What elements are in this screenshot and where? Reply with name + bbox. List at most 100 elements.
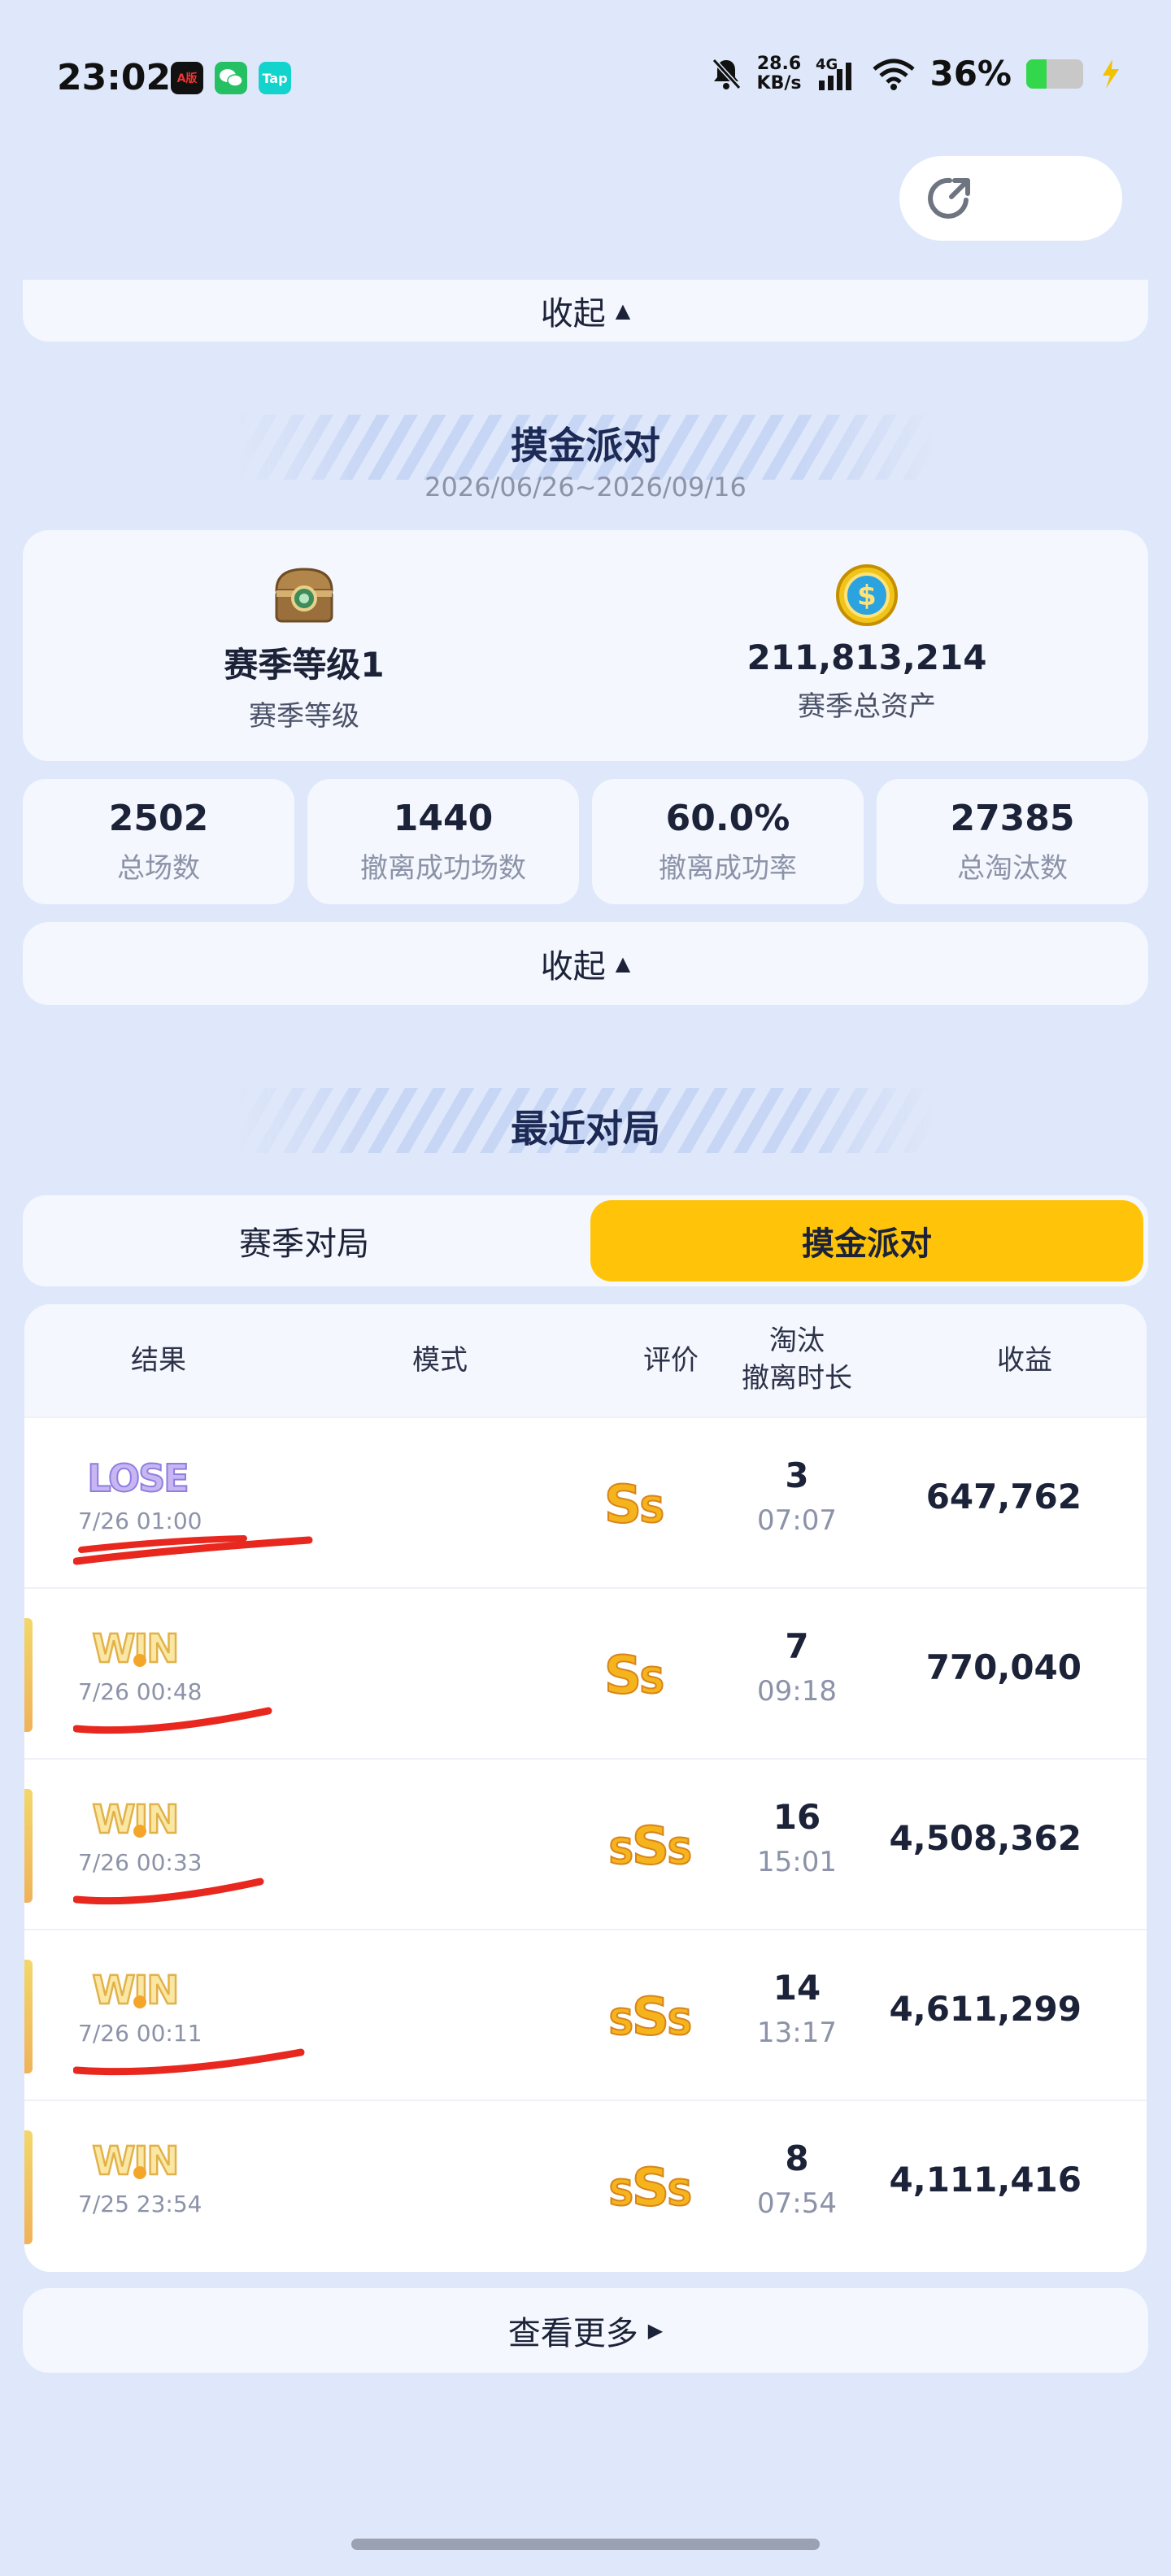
share-button[interactable]	[899, 156, 1122, 241]
chest-icon	[275, 568, 333, 623]
win-indicator-bar	[24, 1789, 33, 1903]
ai-app-icon: A版	[171, 62, 203, 94]
triangle-right-icon: ▶	[647, 2319, 664, 2342]
win-badge-icon: WIN	[76, 1795, 198, 1844]
svg-text:WIN: WIN	[93, 1626, 178, 1672]
win-badge-icon: WIN	[76, 1625, 198, 1673]
wifi-icon	[873, 59, 916, 90]
red-scribble-redaction	[73, 1707, 272, 1734]
triangle-up-icon: ▲	[615, 952, 631, 975]
match-income: 4,111,416	[889, 2160, 1082, 2200]
rating-grade-icon: SSS	[603, 2156, 698, 2219]
season-level-label: 赛季等级	[249, 700, 359, 733]
extract-duration: 09:18	[757, 1675, 837, 1708]
table-row[interactable]: LOSE 7/26 01:00 S S 3 07:07 647,762	[24, 1416, 1147, 1589]
rating-grade-icon: SS	[603, 1473, 677, 1536]
col-income: 收益	[997, 1344, 1052, 1377]
season-summary-card: 赛季等级1 赛季等级 $ 211,813,214 赛季总资产	[23, 530, 1148, 761]
svg-text:WIN: WIN	[93, 1797, 178, 1843]
stat-value: 27385	[950, 798, 1075, 839]
red-scribble-redaction	[73, 2048, 305, 2076]
svg-text:S: S	[639, 1660, 665, 1701]
match-income: 4,611,299	[889, 1989, 1082, 2029]
svg-text:S: S	[667, 2173, 693, 2213]
kills-count: 14	[773, 1968, 821, 2008]
stat-total-kills: 27385 总淘汰数	[877, 779, 1148, 904]
tab-season-matches[interactable]: 赛季对局	[28, 1200, 581, 1281]
svg-text:$: $	[857, 580, 877, 612]
extract-duration: 15:01	[757, 1846, 837, 1878]
coin-icon: $	[836, 564, 898, 626]
extract-duration: 07:07	[757, 1504, 837, 1537]
view-more-label: 查看更多	[507, 2315, 638, 2352]
season-assets-label: 赛季总资产	[798, 690, 936, 723]
table-row[interactable]: WIN 7/26 00:48 S S 7 09:18 770,040	[24, 1587, 1147, 1760]
collapse-label: 收起	[540, 948, 606, 986]
mute-bell-icon	[712, 58, 741, 89]
table-row[interactable]: WIN 7/26 00:11 S S S 14 13:17 4,611,299	[24, 1929, 1147, 2101]
svg-text:S: S	[604, 1646, 642, 1701]
red-scribble-redaction	[73, 1535, 313, 1565]
stat-label: 撤离成功率	[659, 852, 797, 885]
svg-text:LOSE: LOSE	[87, 1456, 187, 1500]
top-collapse-button[interactable]: 收起 ▲	[23, 280, 1148, 342]
match-income: 4,508,362	[889, 1818, 1082, 1858]
status-time: 23:02	[57, 57, 172, 98]
match-tabs: 赛季对局 摸金派对	[23, 1195, 1148, 1286]
svg-text:S: S	[632, 1987, 669, 2043]
win-badge-icon: WIN	[76, 2137, 198, 2186]
col-rating: 评价	[643, 1344, 699, 1377]
svg-text:S: S	[632, 1817, 669, 1872]
recent-header: 最近对局	[236, 1085, 935, 1153]
rating-grade-icon: SSS	[603, 1815, 698, 1878]
match-time: 7/25 23:54	[78, 2191, 202, 2217]
share-icon	[928, 177, 970, 219]
svg-text:S: S	[667, 1831, 693, 1872]
triangle-up-icon: ▲	[615, 299, 631, 322]
stat-extract-rate: 60.0% 撤离成功率	[592, 779, 864, 904]
win-indicator-bar	[24, 1618, 33, 1732]
stat-label: 总场数	[117, 852, 200, 885]
stat-value: 2502	[108, 798, 209, 839]
season-assets: $ 211,813,214 赛季总资产	[586, 563, 1148, 724]
stat-value: 60.0%	[665, 798, 790, 839]
col-kills: 淘汰 撤离时长	[716, 1322, 878, 1397]
stat-total-matches: 2502 总场数	[23, 779, 294, 904]
net-speed: 28.6 KB/s	[756, 53, 802, 94]
stat-label: 总淘汰数	[957, 852, 1068, 885]
season-level: 赛季等级1 赛季等级	[23, 563, 586, 733]
col-kills-line2: 撤离时长	[742, 1362, 852, 1395]
home-indicator[interactable]	[351, 2539, 820, 2550]
table-header: 结果 模式 评价 淘汰 撤离时长 收益	[24, 1304, 1147, 1416]
season-title: 摸金派对	[511, 424, 660, 468]
kills-count: 3	[785, 1456, 809, 1495]
recent-title: 最近对局	[511, 1107, 660, 1151]
tab-gold-party[interactable]: 摸金派对	[590, 1200, 1143, 1281]
stat-value: 1440	[393, 798, 494, 839]
kills-count: 8	[785, 2139, 809, 2178]
win-indicator-bar	[24, 2130, 33, 2244]
battery-percent: 36%	[929, 54, 1012, 94]
kills-count: 7	[785, 1626, 809, 1666]
svg-text:S: S	[632, 2158, 669, 2213]
col-kills-line1: 淘汰	[769, 1325, 825, 1357]
charging-icon	[1103, 59, 1119, 89]
match-income: 647,762	[925, 1477, 1082, 1516]
svg-text:S: S	[608, 2002, 634, 2043]
svg-text:4G: 4G	[816, 56, 838, 73]
wechat-icon	[215, 62, 247, 94]
lose-badge-icon: LOSE	[76, 1454, 198, 1503]
stats-collapse-button[interactable]: 收起 ▲	[23, 922, 1148, 1005]
kills-count: 16	[773, 1797, 821, 1837]
svg-text:S: S	[667, 2002, 693, 2043]
win-badge-icon: WIN	[76, 1966, 198, 2015]
svg-text:S: S	[608, 1831, 634, 1872]
view-more-button[interactable]: 查看更多 ▶	[23, 2288, 1148, 2373]
rating-grade-icon: SSS	[603, 1986, 698, 2048]
table-row[interactable]: WIN 7/26 00:33 S S S 16 15:01 4,508,362	[24, 1758, 1147, 1930]
season-header: 摸金派对 2026/06/26~2026/09/16	[236, 411, 935, 503]
recent-matches-table: 结果 模式 评价 淘汰 撤离时长 收益 LOSE 7/26 01:00 S S 3 07:…	[24, 1304, 1147, 2272]
svg-text:WIN: WIN	[93, 1968, 178, 2013]
table-row[interactable]: WIN 7/25 23:54 S S S 8 07:54 4,111,416	[24, 2100, 1147, 2272]
svg-text:S: S	[608, 2173, 634, 2213]
